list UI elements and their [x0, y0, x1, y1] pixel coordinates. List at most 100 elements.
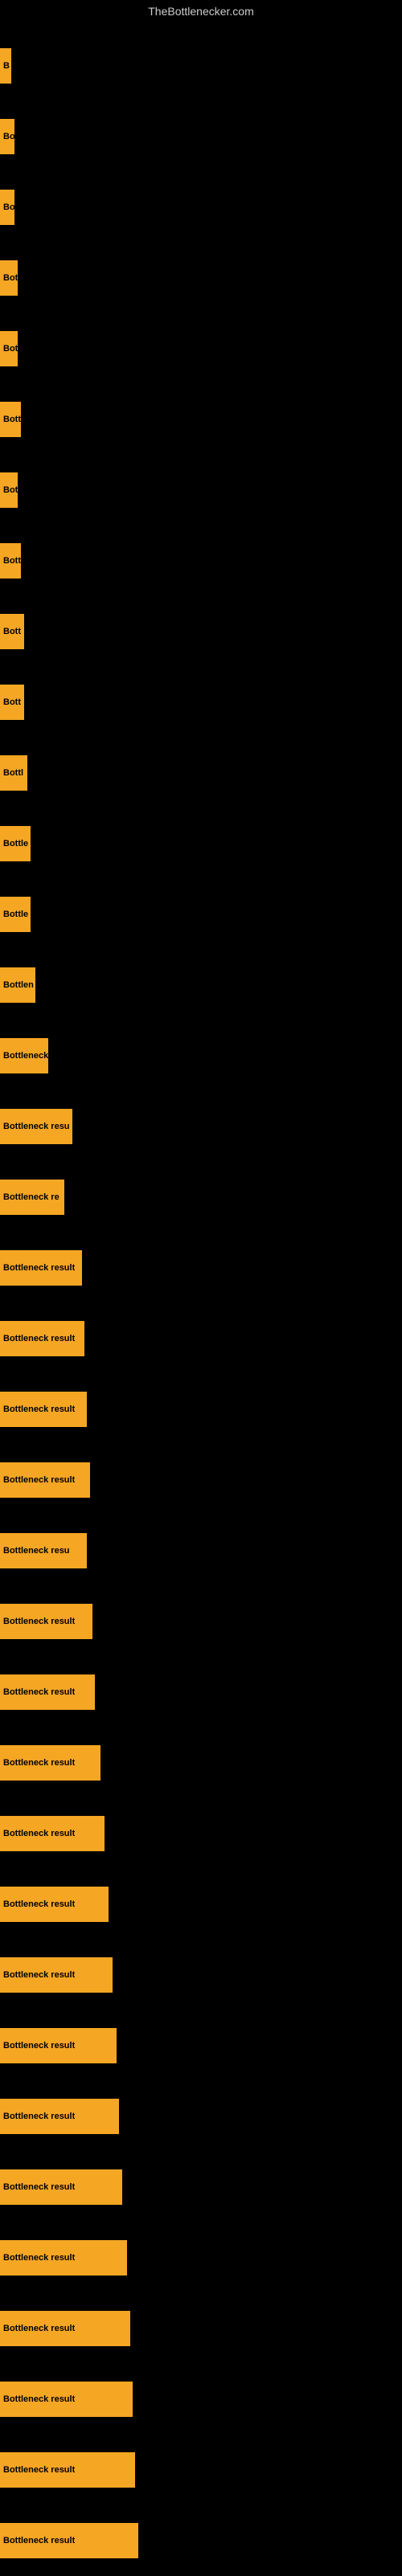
bar-label-9: Bott	[3, 697, 21, 707]
bar-label-21: Bottleneck resu	[3, 1546, 70, 1556]
bar-5: Bott	[0, 402, 21, 437]
bar-6: Bot	[0, 472, 18, 508]
bar-label-11: Bottle	[3, 839, 28, 848]
bar-2: Bo	[0, 190, 14, 225]
bar-row: Bottleneck re	[0, 1162, 402, 1233]
bar-row: Bottleneck result	[0, 1374, 402, 1445]
bar-label-14: Bottleneck	[3, 1051, 48, 1061]
bar-24: Bottleneck result	[0, 1745, 100, 1781]
bar-29: Bottleneck result	[0, 2099, 119, 2134]
bar-label-10: Bottl	[3, 768, 23, 778]
bar-label-18: Bottleneck result	[3, 1334, 75, 1343]
bar-3: Bot	[0, 260, 18, 296]
bar-label-35: Bottleneck result	[3, 2536, 75, 2545]
bar-label-19: Bottleneck result	[3, 1405, 75, 1414]
bar-4: Bot	[0, 331, 18, 366]
bar-row: Bottl	[0, 738, 402, 808]
bar-19: Bottleneck result	[0, 1392, 87, 1427]
bar-label-27: Bottleneck result	[3, 1970, 75, 1980]
bar-row: Bottleneck result	[0, 1728, 402, 1798]
bar-label-16: Bottleneck re	[3, 1192, 59, 1202]
bar-label-1: Bo	[3, 132, 14, 141]
bar-row: Bottlen	[0, 950, 402, 1020]
bar-row: Bottleneck result	[0, 1586, 402, 1657]
bar-17: Bottleneck result	[0, 1250, 82, 1286]
bar-row: B	[0, 31, 402, 101]
bar-label-32: Bottleneck result	[3, 2324, 75, 2333]
bar-13: Bottlen	[0, 967, 35, 1003]
bar-label-20: Bottleneck result	[3, 1475, 75, 1485]
bar-label-12: Bottle	[3, 910, 28, 919]
bar-label-15: Bottleneck resu	[3, 1122, 70, 1131]
bar-label-8: Bott	[3, 627, 21, 636]
bar-row: Bot	[0, 243, 402, 313]
bar-1: Bo	[0, 119, 14, 154]
bar-row: Bottleneck result	[0, 2364, 402, 2435]
bar-26: Bottleneck result	[0, 1887, 109, 1922]
bar-label-22: Bottleneck result	[3, 1617, 75, 1626]
bar-label-4: Bot	[3, 344, 18, 354]
bar-row: Bottleneck result	[0, 1657, 402, 1728]
bar-label-17: Bottleneck result	[3, 1263, 75, 1273]
bar-label-28: Bottleneck result	[3, 2041, 75, 2051]
bars-container: B Bo Bo Bot Bot Bott Bot Bott Bott Bott Bottl Bottl…	[0, 22, 402, 2576]
bar-row: Bott	[0, 596, 402, 667]
bar-row: Bottleneck result	[0, 2222, 402, 2293]
bar-32: Bottleneck result	[0, 2311, 130, 2346]
bar-label-26: Bottleneck result	[3, 1899, 75, 1909]
site-title: TheBottlenecker.com	[0, 0, 402, 22]
bar-row: Bottleneck result	[0, 1233, 402, 1303]
bar-21: Bottleneck resu	[0, 1533, 87, 1568]
bar-8: Bott	[0, 614, 24, 649]
bar-label-6: Bot	[3, 485, 18, 495]
bar-row: Bottleneck result	[0, 2010, 402, 2081]
bar-12: Bottle	[0, 897, 31, 932]
bar-label-25: Bottleneck result	[3, 1829, 75, 1838]
bar-15: Bottleneck resu	[0, 1109, 72, 1144]
bar-22: Bottleneck result	[0, 1604, 92, 1639]
bar-30: Bottleneck result	[0, 2169, 122, 2205]
bar-row: Bottleneck result	[0, 1303, 402, 1374]
bar-label-3: Bot	[3, 273, 18, 283]
bar-11: Bottle	[0, 826, 31, 861]
bar-16: Bottleneck re	[0, 1180, 64, 1215]
bar-row: Bot	[0, 313, 402, 384]
bar-row: Bottleneck result	[0, 2152, 402, 2222]
bar-28: Bottleneck result	[0, 2028, 117, 2063]
bar-34: Bottleneck result	[0, 2452, 135, 2488]
bar-35: Bottleneck result	[0, 2523, 138, 2558]
bar-row: Bott	[0, 525, 402, 596]
bar-row: Bott	[0, 667, 402, 738]
bar-label-24: Bottleneck result	[3, 1758, 75, 1768]
bar-row: Bottleneck result	[0, 1798, 402, 1869]
bar-label-31: Bottleneck result	[3, 2253, 75, 2263]
bar-row: Bo	[0, 101, 402, 172]
bar-label-7: Bott	[3, 556, 21, 566]
bar-label-34: Bottleneck result	[3, 2465, 75, 2475]
bar-27: Bottleneck result	[0, 1957, 113, 1993]
bar-row: Bottleneck resu	[0, 1091, 402, 1162]
bar-row: Bottleneck result	[0, 1940, 402, 2010]
bar-label-13: Bottlen	[3, 980, 34, 990]
bar-row: Bottleneck result	[0, 2505, 402, 2576]
bar-label-0: B	[3, 61, 10, 71]
bar-label-33: Bottleneck result	[3, 2394, 75, 2404]
bar-33: Bottleneck result	[0, 2382, 133, 2417]
bar-row: Bottle	[0, 808, 402, 879]
bar-row: Bottleneck resu	[0, 1515, 402, 1586]
bar-label-2: Bo	[3, 202, 14, 212]
bar-14: Bottleneck	[0, 1038, 48, 1073]
bar-label-29: Bottleneck result	[3, 2112, 75, 2121]
bar-31: Bottleneck result	[0, 2240, 127, 2275]
bar-row: Bottleneck result	[0, 1869, 402, 1940]
bar-row: Bottleneck result	[0, 2435, 402, 2505]
bar-9: Bott	[0, 685, 24, 720]
bar-row: Bott	[0, 384, 402, 455]
bar-row: Bottleneck	[0, 1020, 402, 1091]
bar-23: Bottleneck result	[0, 1674, 95, 1710]
bar-10: Bottl	[0, 755, 27, 791]
bar-row: Bot	[0, 455, 402, 525]
bar-row: Bo	[0, 172, 402, 243]
bar-row: Bottleneck result	[0, 2293, 402, 2364]
bar-25: Bottleneck result	[0, 1816, 105, 1851]
